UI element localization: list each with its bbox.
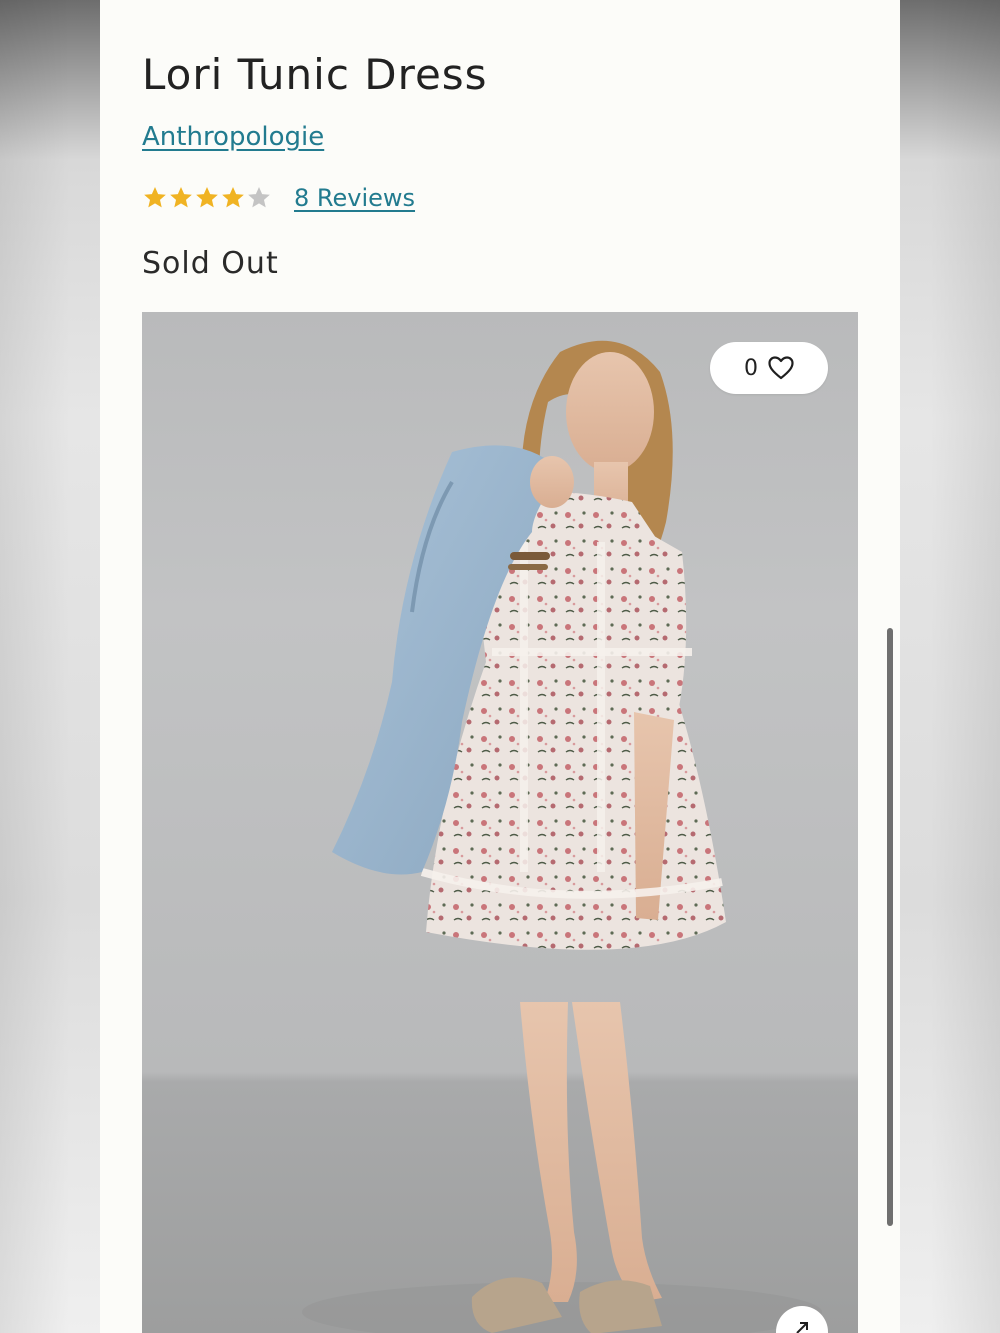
star-icon	[144, 186, 166, 208]
rating-row: 8 Reviews	[142, 180, 415, 216]
star-icon	[170, 186, 192, 208]
arrow-up-right-icon	[796, 1322, 808, 1333]
heart-icon	[768, 356, 794, 380]
backdrop-right	[900, 0, 1000, 1333]
stock-status: Sold Out	[142, 246, 279, 281]
product-page: Lori Tunic Dress Anthropologie 8 Reviews…	[100, 0, 900, 1333]
favorite-count: 0	[744, 355, 758, 381]
brand-link[interactable]: Anthropologie	[142, 122, 324, 152]
star-icon	[196, 186, 218, 208]
product-title: Lori Tunic Dress	[142, 50, 488, 99]
favorite-button[interactable]: 0	[710, 342, 828, 394]
model-illustration	[302, 340, 822, 1333]
backdrop-left	[0, 0, 100, 1333]
product-image[interactable]: 0	[142, 312, 858, 1333]
reviews-link[interactable]: 8 Reviews	[294, 184, 415, 212]
star-rating	[142, 185, 272, 211]
star-icon	[248, 186, 270, 208]
scrollbar[interactable]	[887, 628, 893, 1226]
star-icon	[222, 186, 244, 208]
